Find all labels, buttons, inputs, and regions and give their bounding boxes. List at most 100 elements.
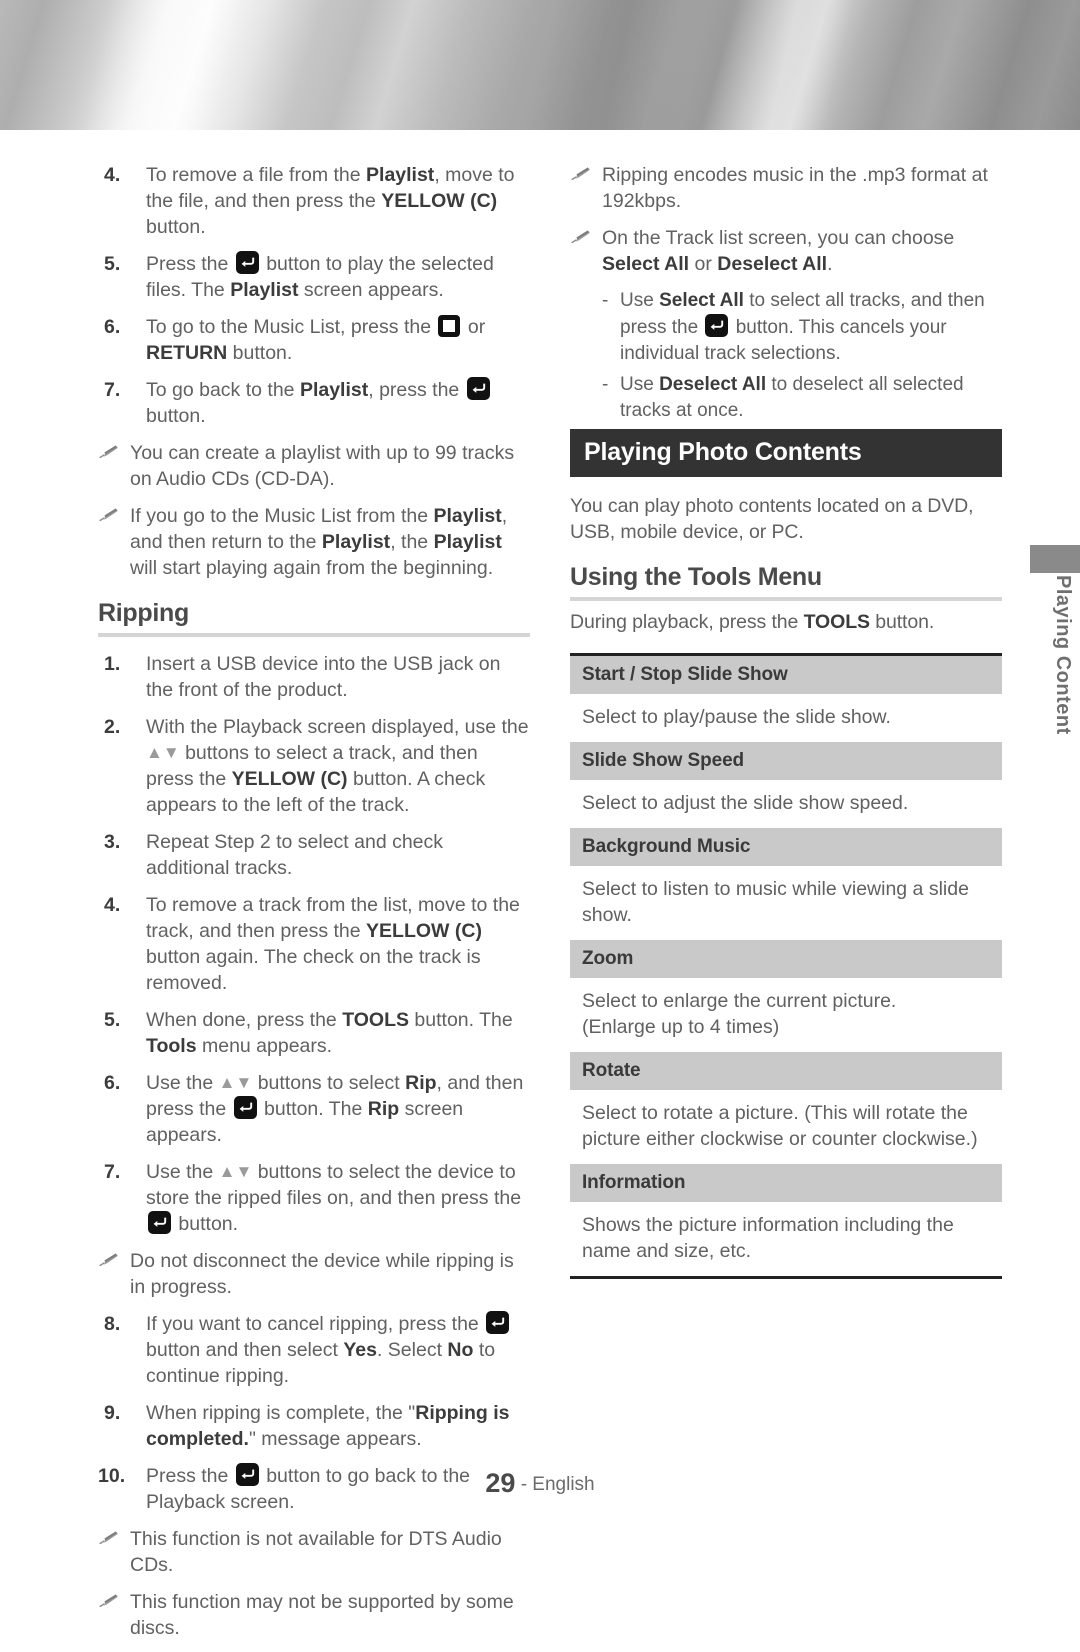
pencil-note-icon	[98, 1253, 118, 1271]
step-text: If you want to cancel ripping, press the…	[146, 1311, 530, 1389]
step-item: 8. If you want to cancel ripping, press t…	[98, 1311, 530, 1389]
step-item: 2. With the Playback screen displayed, us…	[98, 714, 530, 818]
tools-row-header: Slide Show Speed	[570, 742, 1002, 780]
pencil-note-icon	[570, 167, 590, 185]
step-item: 7. Use the ▲▼ buttons to select the devic…	[98, 1159, 530, 1237]
step-item: 5. When done, press the TOOLS button. The…	[98, 1007, 530, 1059]
step-item: 6. To go to the Music List, press the or …	[98, 314, 530, 366]
steps-ripping-a: 1. Insert a USB device into the USB jack …	[98, 651, 530, 1237]
emphasis-text: Deselect All	[659, 374, 767, 395]
note-item: You can create a playlist with up to 99 …	[98, 440, 530, 492]
step-text: Repeat Step 2 to select and check additi…	[146, 831, 444, 879]
notes-playlist: You can create a playlist with up to 99 …	[98, 440, 530, 581]
right-column: Ripping encodes music in the .mp3 format…	[570, 162, 1002, 1279]
tools-menu-heading: Using the Tools Menu	[570, 563, 822, 591]
note-text: If you go to the Music List from the Pla…	[130, 505, 508, 579]
step-text: Insert a USB device into the USB jack on…	[146, 653, 501, 701]
note-item: This function is not available for DTS A…	[98, 1526, 530, 1578]
tools-row-body: Select to rotate a picture. (This will r…	[582, 1102, 978, 1150]
step-item: 7. To go back to the Playlist, press the …	[98, 377, 530, 429]
step-number: 7.	[104, 1161, 121, 1183]
up-down-arrows-icon: ▲▼	[218, 1073, 253, 1092]
emphasis-text: Playlist	[230, 279, 299, 301]
note-bullet	[98, 1589, 130, 1641]
emphasis-text: Playlist	[299, 379, 369, 401]
up-down-arrows-icon: ▲▼	[218, 1162, 253, 1181]
enter-button-icon	[233, 1096, 257, 1119]
note-text: You can create a playlist with up to 99 …	[130, 442, 515, 490]
step-text: When ripping is complete, the "Ripping i…	[146, 1402, 510, 1450]
tools-row-body: Select to play/pause the slide show.	[582, 706, 891, 728]
note-bullet	[98, 440, 130, 492]
pencil-note-icon	[98, 1531, 118, 1549]
step-text: To go to the Music List, press the or RE…	[146, 315, 486, 364]
tools-row-header: Zoom	[570, 940, 1002, 978]
emphasis-text: TOOLS	[803, 611, 870, 633]
step-item: 5. Press the button to play the selected …	[98, 251, 530, 303]
step-number: 5.	[104, 253, 121, 275]
note-text: On the Track list screen, you can choose…	[602, 227, 955, 275]
step-number: 6.	[104, 1072, 121, 1094]
emphasis-text: Yes	[343, 1339, 377, 1361]
step-number: 4.	[104, 894, 121, 916]
note-ripping-middle: Do not disconnect the device while rippi…	[98, 1248, 530, 1300]
step-text: When done, press the TOOLS button. The T…	[146, 1009, 513, 1057]
step-item: 6. Use the ▲▼ buttons to select Rip, and …	[98, 1070, 530, 1148]
page-footer: 29 - English	[0, 1468, 1080, 1499]
step-number: 3.	[104, 831, 121, 853]
enter-button-icon	[486, 1311, 510, 1334]
tools-menu-table: Start / Stop Slide Show Select to play/pa…	[570, 653, 1002, 1279]
tools-row-body: Select to enlarge the current picture. (E…	[582, 990, 897, 1038]
notes-ripping-end: This function is not available for DTS A…	[98, 1526, 530, 1641]
emphasis-text: YELLOW (C)	[381, 190, 498, 212]
dash-list: - Use Select All to select all tracks, an…	[570, 288, 1002, 424]
step-number: 6.	[104, 316, 121, 338]
stop-button-icon	[438, 315, 461, 337]
emphasis-text: Playlist	[433, 531, 502, 553]
note-item: On the Track list screen, you can choose…	[570, 225, 1002, 277]
tools-row-header: Background Music	[570, 828, 1002, 866]
tools-row-header: Information	[570, 1164, 1002, 1202]
step-text: With the Playback screen displayed, use …	[146, 716, 529, 816]
emphasis-text: YELLOW (C)	[231, 768, 348, 790]
tools-menu-intro: During playback, press the TOOLS button.	[570, 611, 935, 633]
step-item: 3. Repeat Step 2 to select and check addi…	[98, 829, 530, 881]
step-text: To remove a file from the Playlist, move…	[146, 164, 515, 238]
page-body: 4. To remove a file from the Playlist, mo…	[0, 130, 1080, 1639]
dash-marker: -	[602, 290, 609, 311]
step-item: 4. To remove a file from the Playlist, mo…	[98, 162, 530, 240]
tools-menu-heading-rule	[570, 597, 1002, 601]
tools-row-header: Rotate	[570, 1052, 1002, 1090]
emphasis-text: Ripping is completed.	[146, 1402, 510, 1450]
side-tab-marker	[1030, 545, 1080, 573]
step-text: Use the ▲▼ buttons to select the device …	[146, 1161, 522, 1235]
step-text: To go back to the Playlist, press the bu…	[146, 377, 530, 429]
step-text: To remove a track from the list, move to…	[146, 894, 520, 994]
pencil-note-icon	[570, 230, 590, 248]
note-item: Do not disconnect the device while rippi…	[98, 1248, 530, 1300]
pencil-note-icon	[98, 1594, 118, 1612]
emphasis-text: Tools	[146, 1035, 197, 1057]
footer-language: English	[532, 1474, 595, 1495]
emphasis-text: No	[447, 1339, 474, 1361]
tools-row-body: Shows the picture information including …	[582, 1214, 954, 1262]
dash-text: Use Select All to select all tracks, and…	[620, 290, 985, 364]
note-bullet	[570, 225, 602, 277]
steps-playlist: 4. To remove a file from the Playlist, mo…	[98, 162, 530, 429]
up-down-arrows-icon: ▲▼	[146, 743, 180, 762]
note-item: This function may not be supported by so…	[98, 1589, 530, 1641]
step-number: 7.	[104, 379, 121, 401]
emphasis-text: Playlist	[433, 505, 502, 527]
enter-button-icon	[466, 377, 490, 400]
header-banner-graphic	[0, 0, 1080, 130]
notes-right-top: Ripping encodes music in the .mp3 format…	[570, 162, 1002, 277]
step-number: 1.	[104, 653, 121, 675]
emphasis-text: Rip	[367, 1098, 400, 1120]
dash-marker: -	[602, 374, 609, 395]
step-number: 9.	[104, 1402, 121, 1424]
note-text: Do not disconnect the device while rippi…	[130, 1250, 514, 1298]
enter-button-icon	[705, 314, 729, 337]
step-number: 4.	[104, 164, 121, 186]
note-item: Ripping encodes music in the .mp3 format…	[570, 162, 1002, 214]
emphasis-text: RETURN	[146, 342, 228, 364]
